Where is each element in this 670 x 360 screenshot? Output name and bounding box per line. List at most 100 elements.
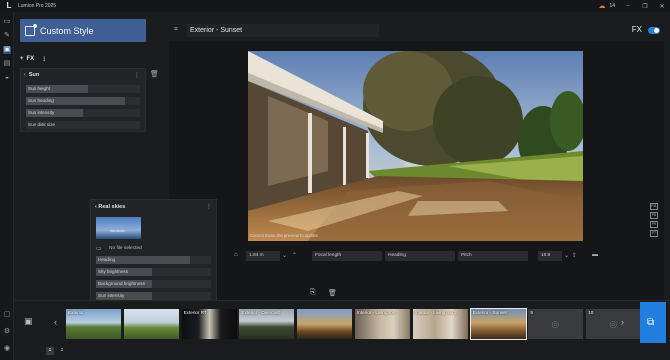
clip-thumbnail[interactable]: ◎ 10 xyxy=(586,309,642,339)
heading-field[interactable]: Heading xyxy=(385,251,455,261)
app-title: Lumion Pro 2025 xyxy=(18,3,57,9)
clip-thumbnail[interactable] xyxy=(297,309,353,339)
clip-thumbnail[interactable]: Exterior - Overcast xyxy=(239,309,295,339)
slider-label: Sun disk size xyxy=(28,122,56,127)
notification-count: 14 xyxy=(609,3,615,9)
sun-more-icon[interactable]: ⋮ xyxy=(134,72,140,79)
real-skies-header[interactable]: ‹ Real skies xyxy=(95,204,125,210)
slider-label: Sky brightness xyxy=(98,269,129,274)
app-logo-icon: L xyxy=(6,1,12,10)
chevron-down-icon[interactable]: ⌄ xyxy=(282,252,287,259)
slider-sun-heading[interactable]: Sun heading xyxy=(26,97,140,105)
clip-thumbnail[interactable]: Exterior - Sunset xyxy=(469,308,527,340)
user-icon[interactable]: ◉ xyxy=(3,345,11,353)
clip-thumbnail-label: Exterior xyxy=(68,310,84,315)
save-clip-icon[interactable]: ⎘ xyxy=(310,289,316,297)
render-preview[interactable]: Cannot move the preview to update xyxy=(248,51,583,241)
fx-add-row: + FX ⋮ xyxy=(20,54,60,64)
render-image xyxy=(248,51,583,241)
aspect-ratio-select[interactable]: 16:9 xyxy=(538,251,562,261)
layers-icon[interactable]: ▤ xyxy=(3,60,11,68)
side-button-1[interactable]: F11 xyxy=(650,203,658,210)
gallery-icon[interactable]: ▣ xyxy=(24,316,33,327)
strip-next-icon[interactable]: › xyxy=(621,317,624,327)
camera-controls: ⌂ 1.84 m ⌄ ⌃ Focal length Heading Pitch … xyxy=(228,249,608,263)
real-skies-panel: ‹ Real skies ⋮ POLIIGON ▭ No file select… xyxy=(90,199,217,312)
home-icon[interactable]: ▭ xyxy=(3,18,11,26)
sun-title: Sun xyxy=(28,72,40,78)
chevron-up-icon[interactable]: ⌃ xyxy=(292,252,297,259)
file-status: No file selected xyxy=(109,246,142,251)
camera-height-field[interactable]: 1.84 m xyxy=(246,251,280,261)
sky-thumbnail[interactable]: POLIIGON xyxy=(96,217,141,239)
viewport-title[interactable]: Exterior - Sunset xyxy=(187,24,379,37)
minimize-button[interactable]: – xyxy=(624,3,632,9)
style-icon[interactable]: ▣ xyxy=(3,46,11,54)
clip-tools: ⎘ 🗑 xyxy=(308,289,342,299)
skies-more-icon[interactable]: ⋮ xyxy=(206,203,212,210)
sky-thumbnail-brand: POLIIGON xyxy=(110,229,125,233)
sun-effect-panel: ‹ Sun ⋮ Sun height Sun heading Sun intensit… xyxy=(20,68,146,132)
clip-thumbnail[interactable]: Exterior xyxy=(66,309,121,339)
restore-button[interactable]: ❐ xyxy=(641,3,649,10)
clip-thumbnail[interactable]: Exterior RT xyxy=(181,309,237,339)
custom-style-label: Custom Style xyxy=(40,25,94,36)
focal-length-field[interactable]: Focal length xyxy=(312,251,382,261)
slider-label: Sun heading xyxy=(28,98,54,103)
more-icon[interactable]: ⋮ xyxy=(41,56,47,63)
add-fx-icon[interactable]: + xyxy=(20,56,24,62)
delete-effect-icon[interactable]: 🗑 xyxy=(150,70,159,79)
side-button-2[interactable]: F8 xyxy=(650,212,658,219)
sun-header[interactable]: ‹ Sun xyxy=(24,72,39,78)
slider-background-brightness[interactable]: Background brightness xyxy=(96,280,211,288)
title-bar: L Lumion Pro 2025 ☁ 14 – ❐ ✕ xyxy=(0,0,670,12)
image-icon xyxy=(25,23,37,36)
slider-label: Sun intensity xyxy=(28,110,55,115)
camera-icon: ⌗ xyxy=(174,26,178,33)
camera-height-icon: ⌂ xyxy=(234,252,238,258)
screen-icon[interactable]: ▬ xyxy=(592,252,598,258)
slider-sun-intensity[interactable]: Sun intensity xyxy=(26,109,140,117)
camera-icon: ◎ xyxy=(551,319,560,329)
add-camera-button[interactable]: ⧉ xyxy=(640,302,666,343)
clip-thumbnail[interactable]: Interior - Living roo xyxy=(355,309,410,339)
close-button[interactable]: ✕ xyxy=(658,3,666,10)
pitch-field[interactable]: Pitch xyxy=(458,251,528,261)
slider-sun-disk-size[interactable]: Sun disk size xyxy=(26,121,140,129)
clip-strip: ▣ ‹ Exterior Exterior RT Exterior - Overca… xyxy=(14,300,670,346)
clip-thumbnail[interactable] xyxy=(123,309,179,339)
chat-icon[interactable]: ▢ xyxy=(3,311,11,319)
slider-label: Sun intensity xyxy=(98,293,125,298)
delete-clip-icon[interactable]: 🗑 xyxy=(328,289,337,297)
clip-thumbnail[interactable]: Interior - Living roo 2 xyxy=(412,309,468,339)
slider-sky-brightness[interactable]: Sky brightness xyxy=(96,268,211,276)
clip-thumbnail[interactable]: ◎ 9 xyxy=(528,309,584,339)
slider-heading[interactable]: Heading xyxy=(96,256,211,264)
page-2[interactable]: 2 xyxy=(58,347,66,355)
upload-icon[interactable]: ⇪ xyxy=(572,252,577,259)
add-camera-icon: ⧉ xyxy=(647,317,655,328)
slider-sun-intensity[interactable]: Sun intensity xyxy=(96,292,211,300)
clip-thumbnail-label: 9 xyxy=(530,310,533,315)
clip-thumbnail-label: Exterior - Sunset xyxy=(472,310,507,315)
notification-icon[interactable]: ☁ xyxy=(598,2,605,10)
slider-label: Heading xyxy=(98,257,116,262)
slider-sun-height[interactable]: Sun height xyxy=(26,85,140,93)
settings-icon[interactable]: ⚙ xyxy=(3,328,11,336)
side-button-3[interactable]: F9 xyxy=(650,221,658,228)
viewport-side-buttons: F11 F8 F9 F7 xyxy=(650,203,659,239)
strip-prev-icon[interactable]: ‹ xyxy=(54,317,57,327)
clip-thumbnail-label: Exterior - Overcast xyxy=(241,310,280,315)
folder-icon[interactable]: ▭ xyxy=(96,245,102,252)
camera-icon: ◎ xyxy=(609,319,618,329)
side-button-4[interactable]: F7 xyxy=(650,230,658,237)
custom-style-button[interactable]: Custom Style xyxy=(20,19,146,42)
sky-icon[interactable]: ◒ xyxy=(3,74,11,82)
page-1[interactable]: 1 xyxy=(46,347,54,355)
render-caption: Cannot move the preview to update xyxy=(250,233,318,238)
fx-label[interactable]: FX xyxy=(27,56,35,62)
edit-icon[interactable]: ✎ xyxy=(3,32,11,40)
clip-thumbnail-image xyxy=(297,309,353,339)
fx-toggle[interactable] xyxy=(648,27,660,34)
lock-icon[interactable]: ⌄ xyxy=(564,252,569,259)
